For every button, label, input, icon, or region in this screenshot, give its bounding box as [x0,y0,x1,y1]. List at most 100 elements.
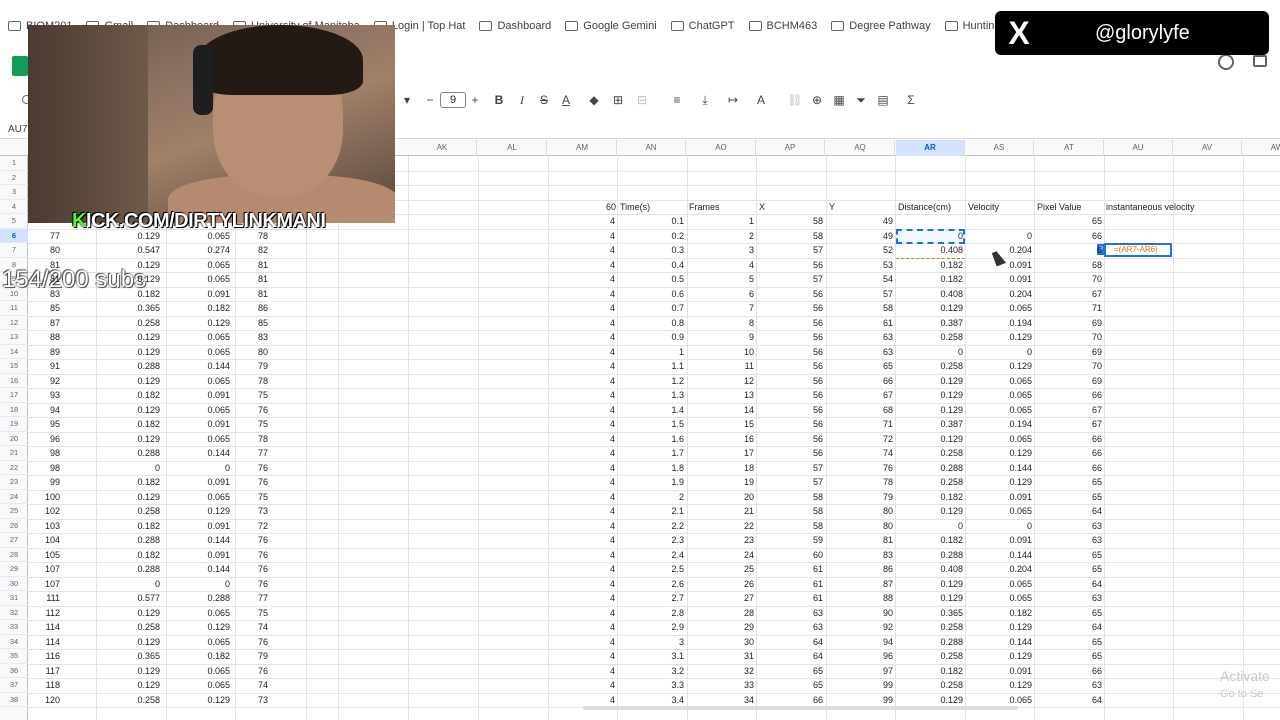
data-cell[interactable]: 65 [756,664,823,679]
data-cell[interactable]: 0.129 [896,577,963,592]
data-cell[interactable]: 4 [548,533,615,548]
bookmark-item[interactable]: Hunting [944,20,1001,32]
data-cell[interactable]: 57 [756,461,823,476]
decrease-font-size-icon[interactable]: − [424,90,436,110]
data-cell[interactable]: 0.129 [168,316,230,331]
data-cell[interactable]: 4 [548,258,615,273]
data-cell[interactable]: 59 [756,533,823,548]
data-cell[interactable]: 2 [687,229,754,244]
data-cell[interactable]: 81 [28,272,60,287]
data-cell[interactable]: 0.065 [168,664,230,679]
data-cell[interactable]: 73 [238,693,268,708]
fill-color-icon[interactable]: ◆ [588,90,600,110]
data-cell[interactable]: 0.129 [896,388,963,403]
data-cell[interactable]: 9 [687,330,754,345]
data-cell[interactable]: 0.6 [617,287,684,302]
data-cell[interactable]: 76 [238,664,268,679]
data-cell[interactable]: 63 [1035,533,1102,548]
data-cell[interactable]: 69 [1035,345,1102,360]
data-cell[interactable]: 57 [826,287,893,302]
data-cell[interactable]: 0.129 [896,432,963,447]
data-cell[interactable]: 0.182 [98,519,160,534]
data-cell[interactable]: 81 [826,533,893,548]
data-cell[interactable]: 54 [826,272,893,287]
data-cell[interactable]: 0.288 [98,562,160,577]
data-cell[interactable]: 0.182 [896,664,963,679]
row-header[interactable]: 38 [0,693,28,707]
data-cell[interactable]: 56 [756,287,823,302]
data-cell[interactable]: 56 [756,345,823,360]
text-color-icon[interactable]: A [560,90,572,110]
header-cell-instantaneous-velocity[interactable]: instantaneous velocity [1106,200,1246,215]
bookmark-item[interactable]: Dashboard [479,20,551,32]
row-header[interactable]: 18 [0,403,28,417]
data-cell[interactable]: 94 [826,635,893,650]
data-cell[interactable]: 0.408 [896,287,963,302]
column-header-aw[interactable]: AW [1243,140,1280,156]
data-cell[interactable]: 56 [756,374,823,389]
data-cell[interactable]: 66 [826,374,893,389]
data-cell[interactable]: 1.2 [617,374,684,389]
data-cell[interactable]: 83 [238,330,268,345]
data-cell[interactable]: 0.365 [98,649,160,664]
data-cell[interactable]: 34 [687,693,754,708]
data-cell[interactable]: 56 [756,359,823,374]
data-cell[interactable]: 66 [1035,461,1102,476]
data-cell[interactable]: 75 [238,606,268,621]
data-cell[interactable]: 63 [756,620,823,635]
data-cell[interactable]: 0.258 [896,446,963,461]
data-cell[interactable]: 87 [826,577,893,592]
data-cell[interactable]: 0.129 [98,272,160,287]
data-cell[interactable]: 57 [756,475,823,490]
data-cell[interactable]: 78 [238,229,268,244]
table-view-icon[interactable]: ▤ [876,90,890,110]
data-cell[interactable]: 0.288 [896,548,963,563]
data-cell[interactable]: 63 [826,330,893,345]
data-cell[interactable]: 73 [238,504,268,519]
header-cell-y[interactable]: Y [829,200,895,215]
data-cell[interactable]: 0.204 [965,243,1032,258]
data-cell[interactable]: 0.182 [168,649,230,664]
data-cell[interactable]: 0.5 [617,272,684,287]
data-cell[interactable]: 0.065 [965,591,1032,606]
data-cell[interactable]: 81 [28,258,60,273]
data-cell[interactable]: 0.129 [965,475,1032,490]
data-cell[interactable]: 1.1 [617,359,684,374]
data-cell[interactable]: 79 [238,359,268,374]
data-cell[interactable]: 0.3 [617,243,684,258]
row-header[interactable]: 33 [0,620,28,635]
row-header[interactable]: 36 [0,664,28,678]
chevron-down-icon[interactable]: ▾ [402,90,412,110]
data-cell[interactable]: 0.258 [98,620,160,635]
row-header[interactable]: 5 [0,214,28,229]
data-cell[interactable]: 0.387 [896,316,963,331]
data-cell[interactable]: 3.1 [617,649,684,664]
data-cell[interactable]: 0.091 [168,548,230,563]
data-cell[interactable]: 66 [1035,229,1102,244]
data-cell[interactable]: 57 [756,272,823,287]
data-cell[interactable]: 0.204 [965,562,1032,577]
data-cell[interactable]: 0.091 [965,272,1032,287]
data-cell[interactable]: 97 [826,664,893,679]
data-cell[interactable]: 61 [756,577,823,592]
data-cell[interactable]: 25 [687,562,754,577]
data-cell[interactable]: 76 [238,548,268,563]
data-cell[interactable]: 0.182 [896,258,963,273]
data-cell[interactable]: 0.091 [965,258,1032,273]
data-cell[interactable]: 0.065 [965,504,1032,519]
data-cell[interactable]: 85 [28,301,60,316]
data-cell[interactable]: 11 [687,359,754,374]
data-cell[interactable]: 87 [28,316,60,331]
data-cell[interactable]: 0.129 [168,693,230,708]
data-cell[interactable]: 0.129 [168,620,230,635]
data-cell[interactable]: 61 [756,562,823,577]
data-cell[interactable]: 0.065 [965,693,1032,708]
data-cell[interactable]: 0.065 [168,635,230,650]
data-cell[interactable]: 0.577 [98,591,160,606]
row-header[interactable]: 1 [0,156,28,171]
data-cell[interactable]: 49 [826,229,893,244]
row-header[interactable]: 2 [0,171,28,185]
data-cell[interactable]: 0.129 [168,504,230,519]
data-cell[interactable]: 70 [1035,330,1102,345]
data-cell[interactable]: 0.258 [896,475,963,490]
